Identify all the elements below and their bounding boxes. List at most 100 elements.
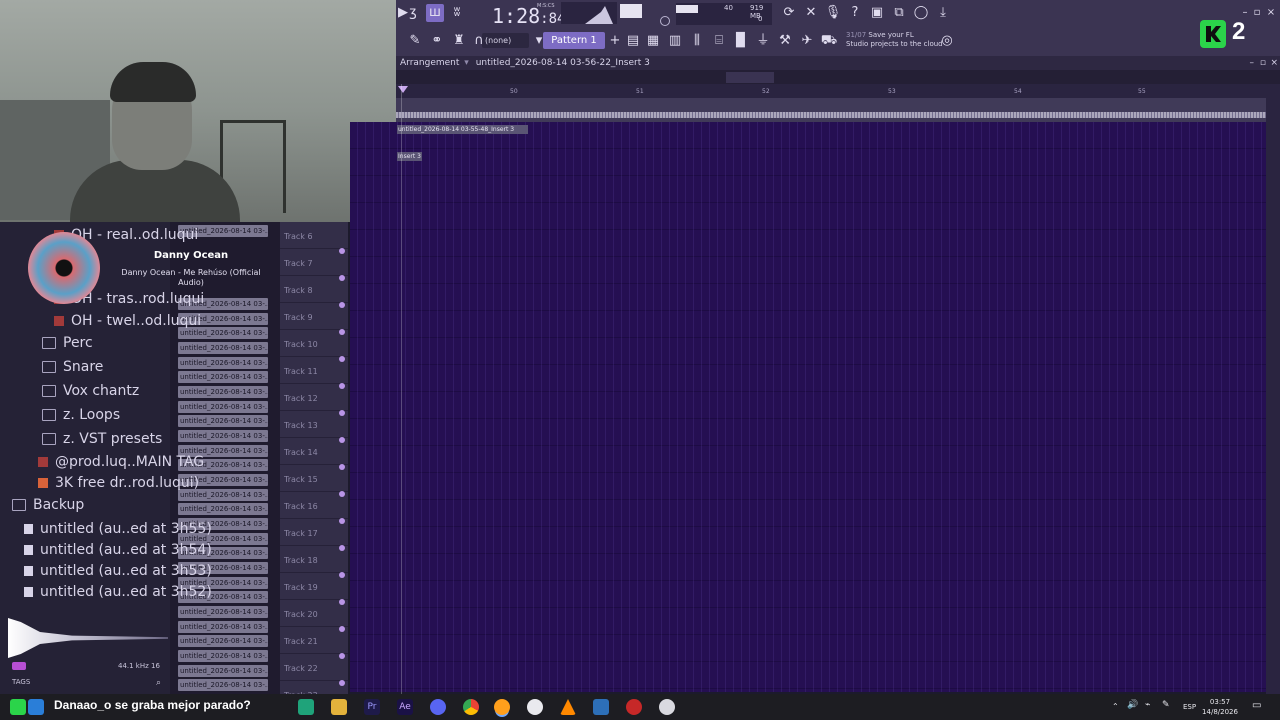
track-header[interactable]: Track 23: [280, 681, 348, 700]
link-icon[interactable]: ⚭: [428, 32, 446, 50]
input-language[interactable]: ESP: [1183, 703, 1196, 711]
track-header[interactable]: Track 14: [280, 438, 348, 470]
project-icon[interactable]: ▉: [732, 32, 750, 50]
clip-source-item[interactable]: untitled_2026-08-14 03-...: [178, 679, 268, 691]
browser-item[interactable]: untitled (au..ed at 3h52): [24, 581, 212, 603]
add-pattern-icon[interactable]: +: [606, 32, 624, 50]
snap-selector[interactable]: (none): [482, 33, 529, 48]
tools-icon[interactable]: ⚒: [776, 32, 794, 50]
browser-item[interactable]: untitled (au..ed at 3h53): [24, 560, 212, 582]
clip-source-item[interactable]: untitled_2026-08-14 03-...: [178, 401, 268, 413]
sync-icon[interactable]: [660, 16, 670, 26]
pen-icon[interactable]: ✎: [1162, 700, 1170, 710]
calculator-icon[interactable]: [593, 699, 609, 715]
clip-source-item[interactable]: untitled_2026-08-14 03-...: [178, 415, 268, 427]
browser-item[interactable]: Backup: [12, 494, 84, 516]
play-preview-icon[interactable]: [12, 662, 26, 670]
browser-item[interactable]: Vox chantz: [42, 380, 139, 402]
piano-roll-icon[interactable]: ▦: [644, 32, 662, 50]
kick-app-icon[interactable]: [10, 699, 26, 715]
premiere-icon[interactable]: Pr: [364, 699, 380, 715]
track-header[interactable]: Track 16: [280, 492, 348, 524]
vlc-icon[interactable]: [560, 699, 576, 715]
window-restore-icon[interactable]: ▫: [1260, 56, 1266, 70]
download-icon[interactable]: ⤓: [934, 4, 952, 22]
volume-icon[interactable]: 🔊: [1127, 700, 1138, 710]
playlist-overview[interactable]: [396, 70, 1280, 84]
clip-source-item[interactable]: untitled_2026-08-14 03-...: [178, 386, 268, 398]
track-header[interactable]: Track 8: [280, 276, 348, 308]
browser-item[interactable]: untitled (au..ed at 3h54): [24, 539, 212, 561]
clip-source-item[interactable]: untitled_2026-08-14 03-...: [178, 371, 268, 383]
clip-source-item[interactable]: untitled_2026-08-14 03-...: [178, 430, 268, 442]
audio-clip-lane[interactable]: [396, 98, 1266, 122]
browser-item[interactable]: @prod.luq..MAIN TAG: [38, 451, 204, 473]
track-header[interactable]: Track 19: [280, 573, 348, 605]
mixer-icon[interactable]: ✕: [802, 4, 820, 22]
typing-keyboard-icon[interactable]: ш: [426, 4, 444, 22]
arrangement-title[interactable]: Arrangement: [400, 58, 459, 68]
app-icon[interactable]: [298, 699, 314, 715]
fl-studio-icon[interactable]: [494, 699, 510, 715]
taskbar-clock[interactable]: 03:57 14/8/2026: [1200, 697, 1240, 717]
browser-item[interactable]: Perc: [42, 332, 93, 354]
save-icon[interactable]: ▣: [868, 4, 886, 22]
step-edit-icon[interactable]: ʬ: [448, 4, 466, 22]
clip-source-item[interactable]: untitled_2026-08-14 03-...: [178, 665, 268, 677]
news-panel[interactable]: 31/07 Save your FL Studio projects to th…: [846, 31, 943, 49]
clip-source-item[interactable]: untitled_2026-08-14 03-...: [178, 606, 268, 618]
track-header[interactable]: Track 15: [280, 465, 348, 497]
help-icon[interactable]: ?: [846, 4, 864, 22]
clip-source-item[interactable]: untitled_2026-08-14 03-...: [178, 503, 268, 515]
app-icon[interactable]: [527, 699, 543, 715]
browser-item[interactable]: z. VST presets: [42, 428, 162, 450]
chat-icon[interactable]: ◯: [912, 4, 930, 22]
microphone-icon[interactable]: 🎙: [824, 4, 842, 22]
browser-item[interactable]: 3K free dr..rod.luqui): [38, 472, 199, 494]
track-header[interactable]: Track 20: [280, 600, 348, 632]
close-icon[interactable]: ×: [1262, 4, 1280, 22]
playlist-grid[interactable]: [350, 122, 1266, 692]
track-header[interactable]: Track 12: [280, 384, 348, 416]
clip-source-item[interactable]: untitled_2026-08-14 03-...: [178, 650, 268, 662]
clip-source-item[interactable]: untitled_2026-08-14 03-...: [178, 621, 268, 633]
browser-item[interactable]: z. Loops: [42, 404, 120, 426]
file-explorer-icon[interactable]: [331, 699, 347, 715]
track-header[interactable]: Track 10: [280, 330, 348, 362]
audio-clip[interactable]: untitled_2026-08-14 03-55-48_Insert 3: [397, 125, 528, 134]
track-header[interactable]: Track 7: [280, 249, 348, 281]
vertical-scrollbar[interactable]: [1266, 84, 1280, 694]
window-min-icon[interactable]: –: [1250, 56, 1255, 70]
search-icon[interactable]: ⌕: [156, 678, 161, 688]
chrome-icon[interactable]: [463, 699, 479, 715]
browser-item[interactable]: Snare: [42, 356, 103, 378]
track-header[interactable]: Track 22: [280, 654, 348, 686]
draw-tool-icon[interactable]: ✎: [406, 32, 424, 50]
metronome-icon[interactable]: ⟳: [780, 4, 798, 22]
tray-chevron-icon[interactable]: ⌃: [1112, 702, 1119, 711]
track-header[interactable]: Track 21: [280, 627, 348, 659]
track-header[interactable]: Track 6: [280, 222, 348, 254]
track-header[interactable]: Track 17: [280, 519, 348, 551]
browser-item[interactable]: OH - twel..od.luqui: [54, 310, 201, 332]
bird-icon[interactable]: ✈: [798, 32, 816, 50]
app-icon[interactable]: [28, 699, 44, 715]
track-header[interactable]: Track 9: [280, 303, 348, 335]
stamp-icon[interactable]: ♜: [450, 32, 468, 50]
channel-rack-icon[interactable]: ▥: [666, 32, 684, 50]
pattern-selector[interactable]: Pattern 1: [543, 32, 605, 49]
mixer-view-icon[interactable]: ⫼: [688, 32, 706, 50]
browser-item[interactable]: untitled (au..ed at 3h55): [24, 518, 212, 540]
clip-source-item[interactable]: untitled_2026-08-14 03-...: [178, 342, 268, 354]
pattern-song-toggle-icon[interactable]: ʒ: [404, 4, 422, 22]
playlist-icon[interactable]: ▤: [624, 32, 642, 50]
clip-source-item[interactable]: untitled_2026-08-14 03-...: [178, 357, 268, 369]
plugin-picker-icon[interactable]: ⏚: [754, 32, 772, 50]
globe-icon[interactable]: ◎: [938, 32, 956, 50]
window-close-icon[interactable]: ×: [1270, 56, 1278, 70]
plugin-icon[interactable]: ⧉: [890, 4, 908, 22]
notifications-icon[interactable]: ▭: [1252, 700, 1261, 711]
after-effects-icon[interactable]: Ae: [397, 699, 413, 715]
obs-icon[interactable]: [626, 699, 642, 715]
track-header[interactable]: Track 13: [280, 411, 348, 443]
